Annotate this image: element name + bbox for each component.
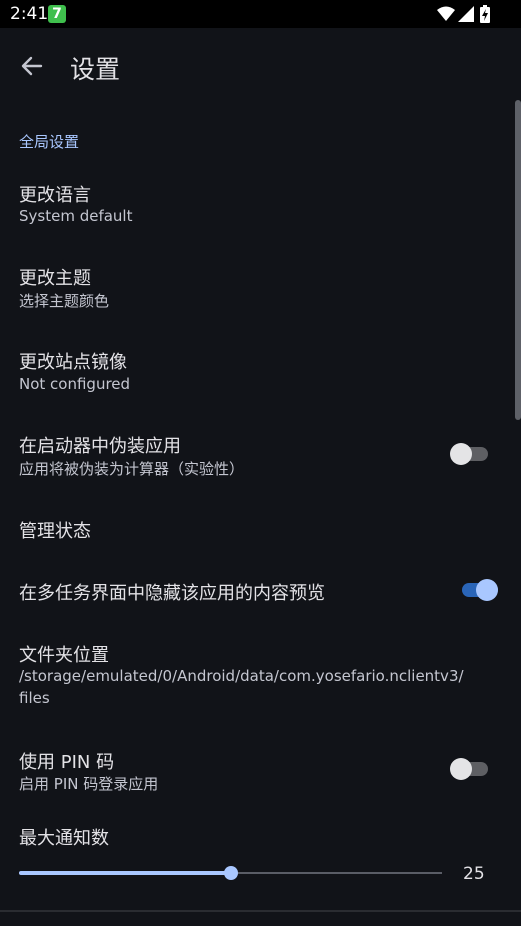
- max-notifications-slider[interactable]: [19, 866, 442, 880]
- pref-title: 更改语言: [19, 185, 91, 206]
- pref-title: 文件夹位置: [19, 645, 109, 666]
- notification-badge-icon: 7: [48, 5, 66, 23]
- section-header-global: 全局设置: [19, 133, 80, 151]
- pref-title: 更改主题: [19, 268, 91, 289]
- toggle-thumb: [450, 443, 472, 465]
- pref-theme[interactable]: 更改主题 选择主题颜色: [0, 256, 515, 326]
- pref-title: 管理状态: [19, 521, 91, 542]
- app-bar: 设置: [0, 28, 521, 104]
- slider-thumb[interactable]: [224, 866, 238, 880]
- signal-icon: [458, 6, 474, 22]
- pref-language[interactable]: 更改语言 System default: [0, 172, 515, 242]
- hide-preview-toggle[interactable]: [460, 578, 500, 602]
- pref-hide-preview[interactable]: 在多任务界面中隐藏该应用的内容预览: [0, 570, 515, 620]
- pin-toggle[interactable]: [450, 757, 490, 781]
- disguise-toggle[interactable]: [450, 442, 490, 466]
- toggle-thumb: [476, 579, 498, 601]
- pref-pin[interactable]: 使用 PIN 码 启用 PIN 码登录应用: [0, 740, 515, 810]
- pref-disguise-app[interactable]: 在启动器中伪装应用 应用将被伪装为计算器（实验性）: [0, 424, 515, 494]
- pref-summary-line2: files: [19, 689, 50, 707]
- pref-mirror[interactable]: 更改站点镜像 Not configured: [0, 340, 515, 410]
- max-notifications-title: 最大通知数: [19, 828, 109, 849]
- bottom-divider: [0, 910, 521, 912]
- scrollbar[interactable]: [515, 100, 521, 420]
- pref-summary: 应用将被伪装为计算器（实验性）: [19, 460, 245, 478]
- pref-manage-status[interactable]: 管理状态: [0, 508, 515, 558]
- pref-title: 在多任务界面中隐藏该应用的内容预览: [19, 583, 325, 604]
- pref-folder-location[interactable]: 文件夹位置 /storage/emulated/0/Android/data/c…: [0, 632, 515, 724]
- pref-summary: 启用 PIN 码登录应用: [19, 775, 159, 793]
- status-time: 2:41: [10, 4, 49, 24]
- pref-summary: 选择主题颜色: [19, 292, 110, 310]
- max-notifications-value: 25: [463, 864, 485, 884]
- battery-charging-icon: [480, 5, 490, 23]
- pref-summary: Not configured: [19, 375, 131, 393]
- slider-fill: [19, 871, 231, 875]
- page-title: 设置: [70, 55, 121, 84]
- status-bar: 2:41 7: [0, 0, 521, 28]
- pref-title: 使用 PIN 码: [19, 752, 115, 773]
- toggle-thumb: [450, 758, 472, 780]
- pref-summary: System default: [19, 207, 133, 225]
- pref-title: 在启动器中伪装应用: [19, 436, 181, 457]
- arrow-left-icon[interactable]: [18, 52, 46, 80]
- wifi-icon: [437, 6, 455, 21]
- pref-summary: /storage/emulated/0/Android/data/com.yos…: [19, 667, 464, 685]
- pref-title: 更改站点镜像: [19, 352, 127, 373]
